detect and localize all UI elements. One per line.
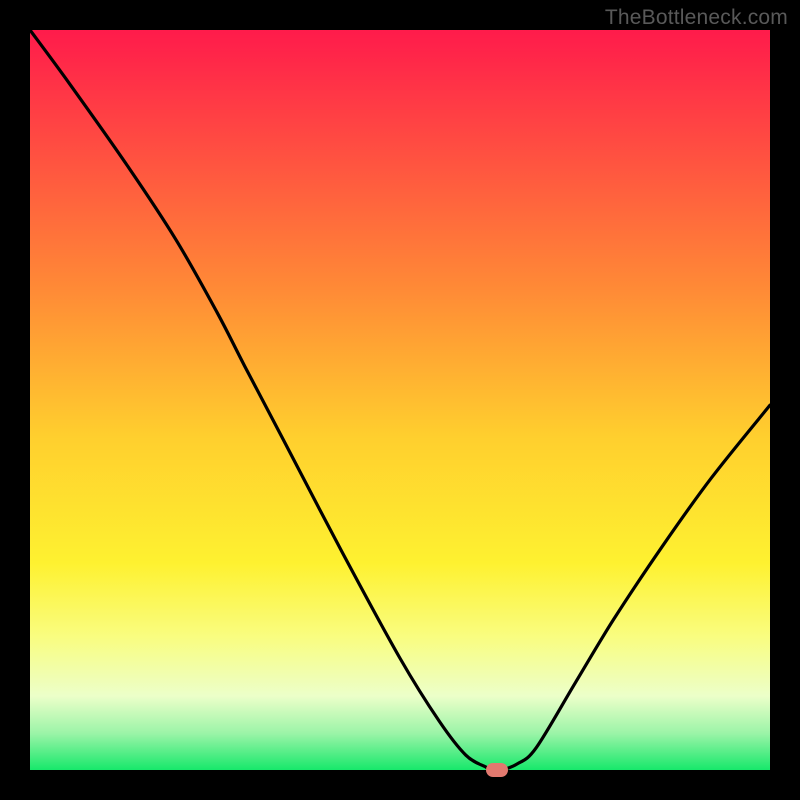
watermark-text: TheBottleneck.com [605,6,788,30]
optimum-marker [486,763,508,777]
chart-svg [0,0,800,800]
chart: TheBottleneck.com [0,0,800,800]
